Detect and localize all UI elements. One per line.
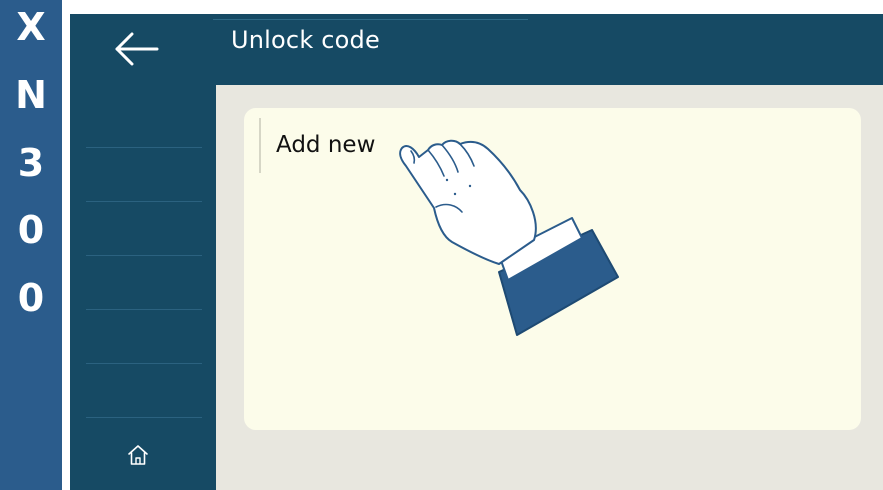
item-accent-bar bbox=[259, 118, 261, 173]
home-icon bbox=[128, 445, 148, 465]
sidebar-divider bbox=[86, 417, 202, 418]
pointing-hand-icon bbox=[399, 139, 619, 336]
add-new-label: Add new bbox=[276, 132, 376, 158]
brand-letter-4: 0 bbox=[17, 208, 45, 252]
sidebar-divider bbox=[86, 201, 202, 202]
arrow-left-icon bbox=[115, 32, 159, 66]
sidebar-divider bbox=[86, 147, 202, 148]
brand-letter-3: 3 bbox=[17, 141, 45, 185]
header-bar: Unlock code bbox=[70, 14, 883, 85]
brand-letter-1: X bbox=[16, 5, 46, 49]
page-title: Unlock code bbox=[231, 26, 380, 54]
back-button[interactable] bbox=[110, 30, 162, 70]
sidebar-divider bbox=[86, 309, 202, 310]
sidebar-divider bbox=[86, 255, 202, 256]
brand-strip: X N 3 0 0 bbox=[0, 0, 62, 490]
brand-letter-2: N bbox=[15, 73, 47, 117]
divider bbox=[62, 0, 70, 490]
sidebar-divider bbox=[86, 363, 202, 364]
brand-letter-5: 0 bbox=[17, 276, 45, 320]
header-divider bbox=[213, 19, 528, 20]
sidebar bbox=[70, 85, 216, 490]
home-button[interactable] bbox=[125, 442, 151, 468]
